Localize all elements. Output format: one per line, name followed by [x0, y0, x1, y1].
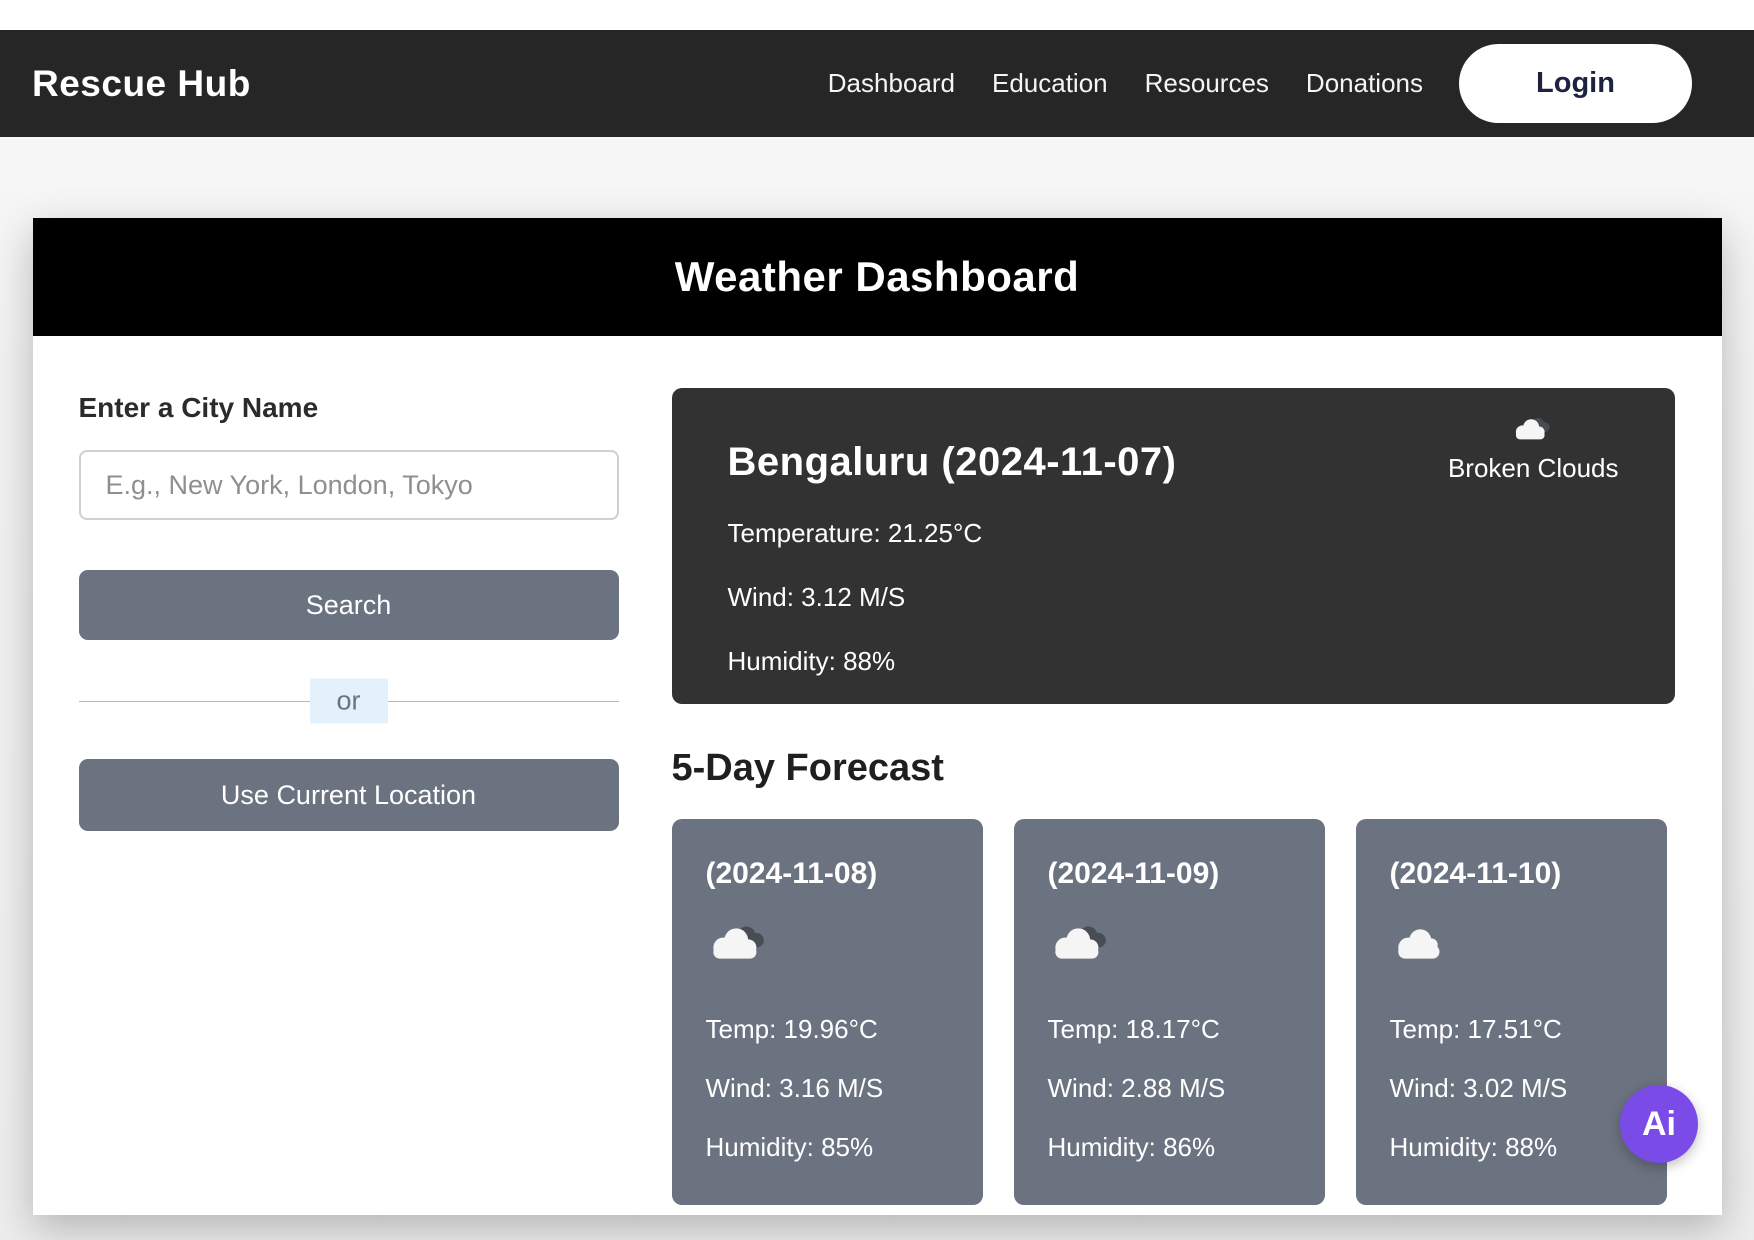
- forecast-date: (2024-11-09): [1048, 857, 1291, 891]
- forecast-row: (2024-11-08) T: [672, 819, 1675, 1205]
- current-temperature: Temperature: 21.25°C: [728, 518, 1619, 549]
- current-weather-card: Bengaluru (2024-11-07) Temperature: 21.2…: [672, 388, 1675, 704]
- or-chip: or: [310, 678, 388, 723]
- forecast-humidity: Humidity: 86%: [1048, 1132, 1291, 1163]
- forecast-card: (2024-11-10) Temp: 17.51°C Wind: 3.02 M/…: [1356, 819, 1667, 1205]
- use-current-location-button[interactable]: Use Current Location: [79, 759, 619, 831]
- search-panel: Enter a City Name Search or Use Current …: [79, 336, 619, 1205]
- forecast-temp: Temp: 18.17°C: [1048, 1014, 1291, 1045]
- weather-panel: Bengaluru (2024-11-07) Temperature: 21.2…: [672, 336, 1675, 1205]
- forecast-humidity: Humidity: 88%: [1390, 1132, 1633, 1163]
- forecast-temp: Temp: 19.96°C: [706, 1014, 949, 1045]
- nav-item-dashboard[interactable]: Dashboard: [828, 68, 955, 99]
- forecast-temp: Temp: 17.51°C: [1390, 1014, 1633, 1045]
- top-strip: [0, 0, 1754, 30]
- broken-clouds-icon: [1511, 414, 1555, 444]
- forecast-date: (2024-11-10): [1390, 857, 1633, 891]
- forecast-date: (2024-11-08): [706, 857, 949, 891]
- forecast-wind: Wind: 3.16 M/S: [706, 1073, 949, 1104]
- condition-label: Broken Clouds: [1448, 453, 1619, 484]
- current-wind: Wind: 3.12 M/S: [728, 582, 1619, 613]
- broken-clouds-icon: [1048, 921, 1114, 965]
- forecast-wind: Wind: 3.02 M/S: [1390, 1073, 1633, 1104]
- navbar: Rescue Hub Dashboard Education Resources…: [0, 30, 1754, 137]
- nav-item-donations[interactable]: Donations: [1306, 68, 1423, 99]
- few-clouds-icon: [1390, 921, 1456, 965]
- broken-clouds-icon: [706, 921, 772, 965]
- city-input-label: Enter a City Name: [79, 392, 619, 424]
- dashboard-body: Enter a City Name Search or Use Current …: [33, 336, 1722, 1205]
- forecast-heading: 5-Day Forecast: [672, 747, 1675, 790]
- page-title: Weather Dashboard: [675, 253, 1080, 301]
- forecast-humidity: Humidity: 85%: [706, 1132, 949, 1163]
- forecast-card: (2024-11-08) T: [672, 819, 983, 1205]
- nav-item-resources[interactable]: Resources: [1145, 68, 1269, 99]
- forecast-wind: Wind: 2.88 M/S: [1048, 1073, 1291, 1104]
- login-button[interactable]: Login: [1459, 44, 1692, 123]
- dashboard-header: Weather Dashboard: [33, 218, 1722, 336]
- forecast-card: (2024-11-09) T: [1014, 819, 1325, 1205]
- brand-logo: Rescue Hub: [32, 63, 251, 105]
- nav-links: Dashboard Education Resources Donations: [828, 68, 1423, 99]
- nav-item-education[interactable]: Education: [992, 68, 1108, 99]
- current-condition: Broken Clouds: [1448, 414, 1619, 484]
- city-search-input[interactable]: [79, 450, 619, 520]
- or-divider: or: [79, 678, 619, 723]
- current-humidity: Humidity: 88%: [728, 646, 1619, 677]
- weather-dashboard-card: Weather Dashboard Enter a City Name Sear…: [33, 218, 1722, 1215]
- search-button[interactable]: Search: [79, 570, 619, 640]
- ai-assistant-button[interactable]: Ai: [1620, 1085, 1698, 1163]
